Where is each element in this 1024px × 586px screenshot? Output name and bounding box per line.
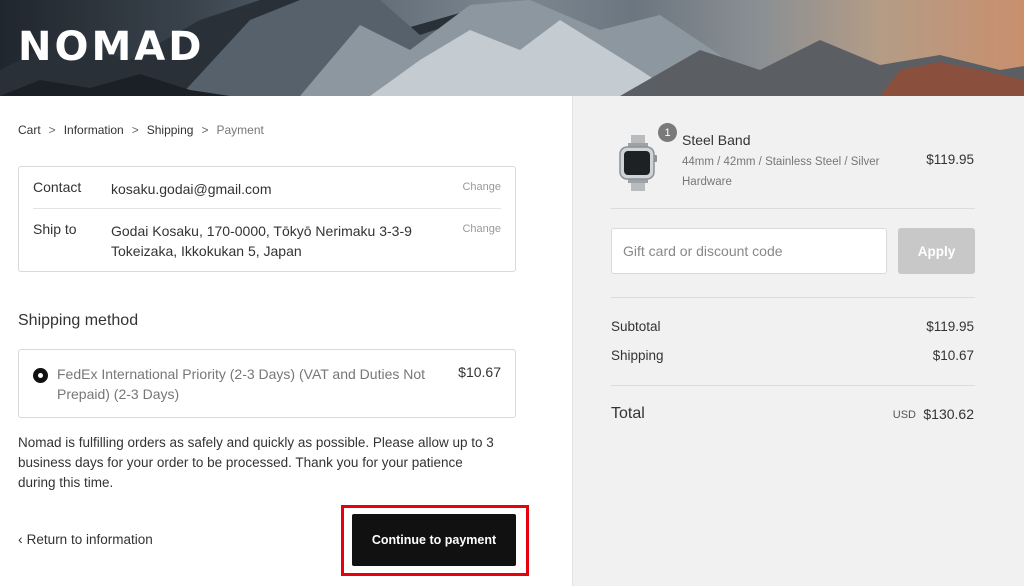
currency-code: USD: [892, 409, 916, 421]
order-summary: 1 Steel Band 44mm / 42mm / Stainless Ste…: [572, 96, 1024, 586]
breadcrumb-cart[interactable]: Cart: [18, 123, 41, 137]
chevron-right-icon: >: [131, 123, 139, 137]
product-price: $119.95: [926, 152, 974, 167]
chevron-left-icon: ‹: [18, 531, 23, 547]
breadcrumb-shipping: Shipping: [146, 123, 194, 137]
contact-value: kosaku.godai@gmail.com: [111, 181, 272, 197]
variant-line2: Hardware: [682, 176, 732, 188]
divider: [611, 385, 975, 386]
divider: [611, 208, 975, 209]
shipping-method-price: $10.67: [458, 364, 501, 380]
ship-to-line1: Godai Kosaku, 170-0000, Tōkyō Nerimaku 3…: [111, 223, 412, 239]
shipping-label: Shipping: [611, 348, 664, 363]
product-variant: 44mm / 42mm / Stainless Steel / Silver H…: [682, 152, 912, 192]
notice-line1: Nomad is fulfilling orders as safely and…: [18, 435, 494, 450]
checkout-main: Cart > Information > Shipping > Payment …: [18, 96, 529, 586]
return-to-information-link[interactable]: ‹ Return to information: [18, 531, 153, 547]
shipping-method-line1: FedEx International Priority (2-3 Days) …: [57, 366, 426, 382]
total-label: Total: [611, 405, 645, 422]
breadcrumb-payment: Payment: [216, 123, 264, 137]
subtotal-label: Subtotal: [611, 319, 661, 334]
chevron-right-icon: >: [48, 123, 56, 137]
total-value: $130.62: [923, 406, 974, 422]
contact-row: Contact kosaku.godai@gmail.com Change: [33, 179, 501, 209]
shipping-method-line2: Prepaid) (2-3 Days): [57, 386, 180, 402]
continue-to-payment-button[interactable]: Continue to payment: [352, 514, 516, 566]
contact-label: Contact: [33, 179, 82, 195]
subtotal-value: $119.95: [926, 319, 974, 334]
radio-selected-icon[interactable]: [33, 368, 48, 383]
steel-band-watch-image: [619, 135, 657, 191]
nomad-logo[interactable]: NOMAD: [18, 24, 204, 70]
shipping-method-title: Shipping method: [18, 312, 139, 329]
ship-to-row: Ship to Godai Kosaku, 170-0000, Tōkyō Ne…: [33, 221, 501, 261]
variant-line1: 44mm / 42mm / Stainless Steel / Silver: [682, 156, 880, 168]
quantity-badge: 1: [658, 123, 677, 142]
shipping-method-option[interactable]: FedEx International Priority (2-3 Days) …: [18, 349, 516, 418]
chevron-right-icon: >: [201, 123, 209, 137]
product-name: Steel Band: [682, 132, 751, 148]
fulfillment-notice: Nomad is fulfilling orders as safely and…: [18, 433, 516, 493]
ship-to-label: Ship to: [33, 221, 77, 237]
breadcrumb-information[interactable]: Information: [64, 123, 124, 137]
shipping-method-label: FedEx International Priority (2-3 Days) …: [57, 364, 437, 404]
notice-line3: during this time.: [18, 475, 114, 490]
ship-to-line2: Tokeizaka, Ikkokukan 5, Japan: [111, 243, 302, 259]
shipping-value: $10.67: [932, 348, 974, 363]
apply-discount-button[interactable]: Apply: [898, 228, 975, 274]
review-block: Contact kosaku.godai@gmail.com Change Sh…: [18, 166, 516, 272]
return-link-label: Return to information: [26, 531, 153, 547]
discount-code-input[interactable]: [611, 228, 887, 274]
change-contact-link[interactable]: Change: [462, 181, 501, 208]
divider: [611, 297, 975, 298]
breadcrumb: Cart > Information > Shipping > Payment: [18, 123, 264, 137]
header-banner: NOMAD: [0, 0, 1024, 96]
change-address-link[interactable]: Change: [462, 223, 501, 261]
ship-to-value: Godai Kosaku, 170-0000, Tōkyō Nerimaku 3…: [111, 221, 462, 261]
notice-line2: business days for your order to be proce…: [18, 455, 463, 470]
